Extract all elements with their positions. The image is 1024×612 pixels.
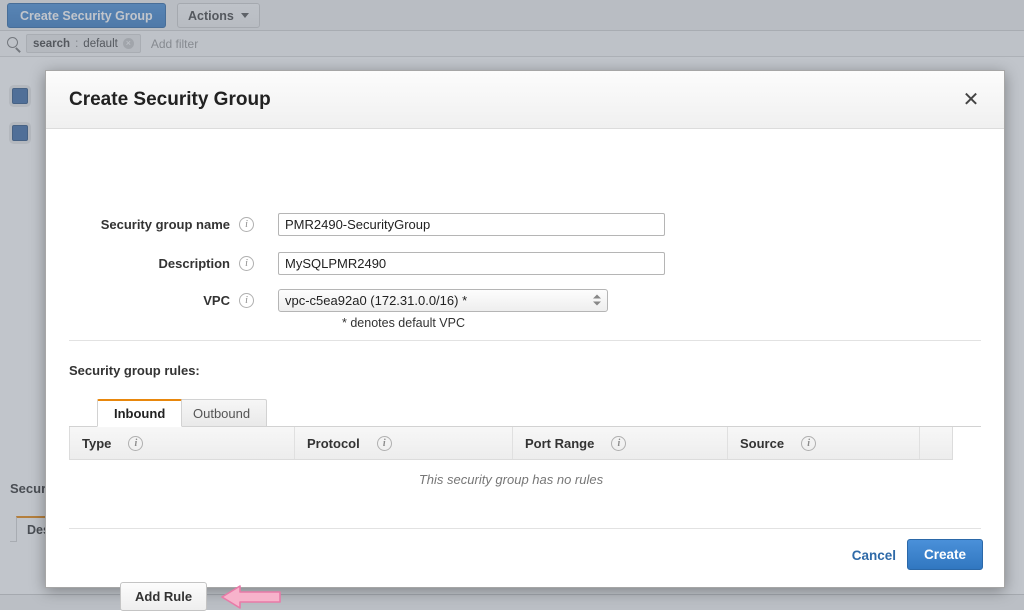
info-icon[interactable]: i (128, 436, 143, 451)
add-rule-button[interactable]: Add Rule (120, 582, 207, 611)
info-icon[interactable]: i (377, 436, 392, 451)
create-button[interactable]: Create (907, 539, 983, 570)
footer-divider (69, 528, 981, 529)
vpc-select-value: vpc-c5ea92a0 (172.31.0.0/16) * (285, 293, 467, 308)
dialog-header: Create Security Group ✕ (46, 71, 1004, 129)
annotation-arrow-left-icon (220, 582, 282, 612)
field-row-description: Description i MySQLPMR2490 (46, 250, 1004, 276)
cancel-button[interactable]: Cancel (852, 548, 896, 563)
close-icon[interactable]: ✕ (958, 87, 984, 113)
field-row-vpc: VPC i vpc-c5ea92a0 (172.31.0.0/16) * (46, 287, 1004, 313)
description-input[interactable]: MySQLPMR2490 (278, 252, 665, 275)
info-icon[interactable]: i (611, 436, 626, 451)
rules-empty-message: This security group has no rules (69, 460, 953, 498)
dialog-body: Security group name i PMR2490-SecurityGr… (46, 129, 1004, 529)
create-security-group-dialog: Create Security Group ✕ Security group n… (45, 70, 1005, 588)
dialog-footer: Cancel Create (46, 528, 1004, 587)
select-spinner-icon[interactable] (593, 295, 601, 306)
security-group-name-label: Security group name (46, 217, 230, 232)
column-header-actions (920, 427, 952, 459)
vpc-default-note: * denotes default VPC (342, 316, 465, 330)
column-header-port-range: Port Range i (513, 427, 728, 459)
tab-inbound[interactable]: Inbound (97, 399, 182, 427)
column-header-protocol: Protocol i (295, 427, 513, 459)
description-label: Description (46, 256, 230, 271)
column-header-source: Source i (728, 427, 920, 459)
info-icon[interactable]: i (801, 436, 816, 451)
rules-table-header: Type i Protocol i Port Range i Source i (69, 427, 953, 460)
info-icon[interactable]: i (239, 256, 254, 271)
security-group-rules-title: Security group rules: (69, 363, 200, 378)
vpc-label: VPC (46, 293, 230, 308)
section-divider (69, 340, 981, 341)
dialog-title: Create Security Group (69, 89, 271, 111)
column-header-type-label: Type (82, 436, 111, 451)
rules-table: Type i Protocol i Port Range i Source i … (69, 427, 953, 498)
vpc-select[interactable]: vpc-c5ea92a0 (172.31.0.0/16) * (278, 289, 608, 312)
column-header-type: Type i (70, 427, 295, 459)
rules-tabstrip: Inbound Outbound (69, 397, 981, 427)
field-row-security-group-name: Security group name i PMR2490-SecurityGr… (46, 211, 1004, 237)
column-header-source-label: Source (740, 436, 784, 451)
tab-outbound[interactable]: Outbound (176, 399, 267, 427)
security-group-name-input[interactable]: PMR2490-SecurityGroup (278, 213, 665, 236)
info-icon[interactable]: i (239, 293, 254, 308)
column-header-port-range-label: Port Range (525, 436, 594, 451)
info-icon[interactable]: i (239, 217, 254, 232)
column-header-protocol-label: Protocol (307, 436, 360, 451)
